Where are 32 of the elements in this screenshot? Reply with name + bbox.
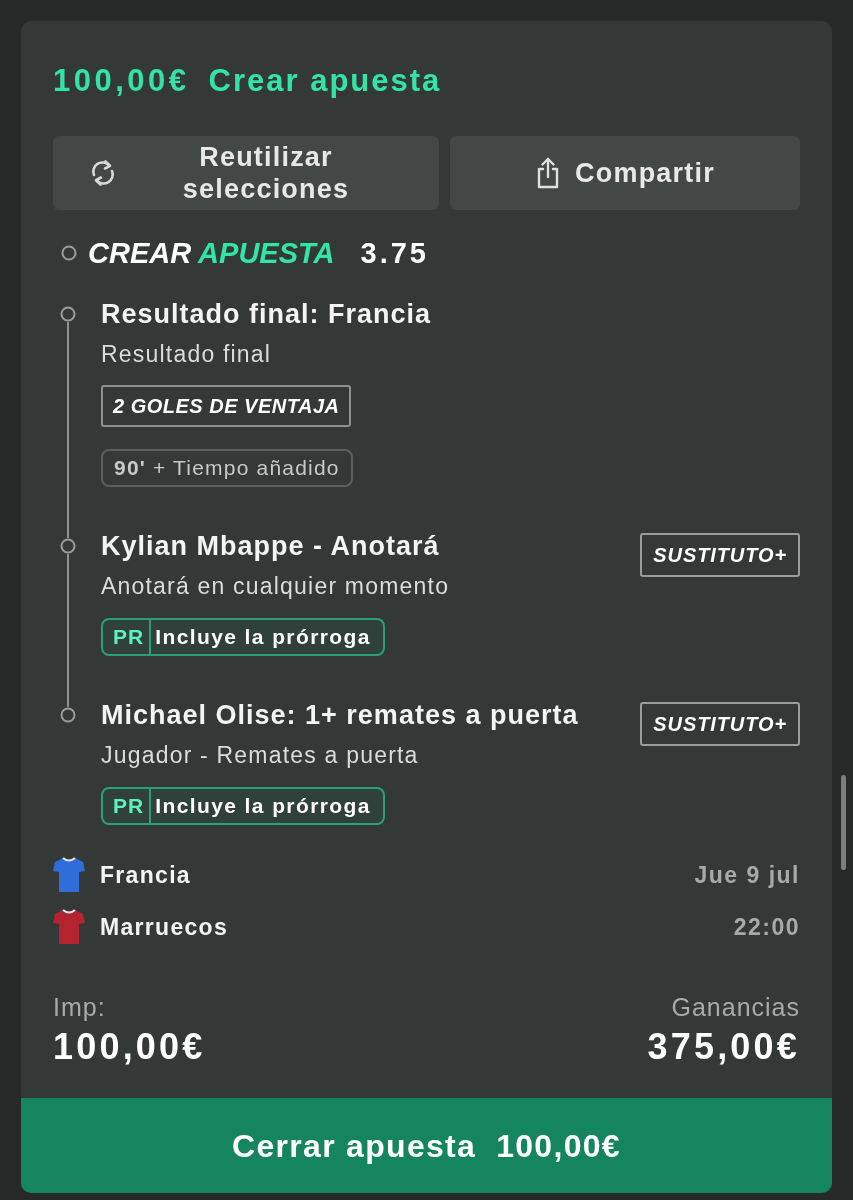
market-name: Anotará en cualquier momento xyxy=(101,573,450,599)
returns-label: Ganancias xyxy=(671,993,800,1021)
timeline-node-icon xyxy=(60,538,76,554)
substitute-tag: SUSTITUTO+ xyxy=(640,533,800,577)
market-name: Jugador - Remates a puerta xyxy=(101,742,419,768)
returns-value: 375,00€ xyxy=(647,1027,800,1067)
stake-value: 100,00€ xyxy=(53,1027,206,1067)
odds-value: 3.75 xyxy=(360,236,429,271)
timeline-node-icon xyxy=(61,245,77,261)
team-name: Francia xyxy=(100,860,191,890)
refresh-icon xyxy=(89,158,117,188)
market-name: Resultado final xyxy=(101,341,272,367)
timeline-node-icon xyxy=(60,707,76,723)
place-bet-button[interactable]: Cerrar apuesta 100,00€ xyxy=(21,1098,832,1193)
match-time: 22:00 xyxy=(733,912,800,942)
bet-builder-title: CREAR APUESTA xyxy=(88,236,335,271)
stake-amount: 100,00€ xyxy=(53,64,190,98)
extra-time-tag: PR Incluye la prórroga xyxy=(101,618,385,656)
time-period-tag: 90' + Tiempo añadido xyxy=(101,449,353,487)
extra-time-tag: PR Incluye la prórroga xyxy=(101,787,385,825)
selection-title: Kylian Mbappe - Anotará xyxy=(101,530,440,563)
selection-title: Michael Olise: 1+ remates a puerta xyxy=(101,699,579,732)
team-name: Marruecos xyxy=(100,912,229,942)
share-button[interactable]: Compartir xyxy=(450,136,800,210)
timeline-node-icon xyxy=(60,306,76,322)
bet-slip-title: Crear apuesta xyxy=(208,64,442,98)
substitute-tag: SUSTITUTO+ xyxy=(640,702,800,746)
reuse-selections-button[interactable]: Reutilizar selecciones xyxy=(53,136,439,210)
stake-label: Imp: xyxy=(53,993,107,1021)
selection-title: Resultado final: Francia xyxy=(101,298,432,331)
margin-tag: 2 GOLES DE VENTAJA xyxy=(101,385,352,427)
match-date: Jue 9 jul xyxy=(694,860,800,890)
